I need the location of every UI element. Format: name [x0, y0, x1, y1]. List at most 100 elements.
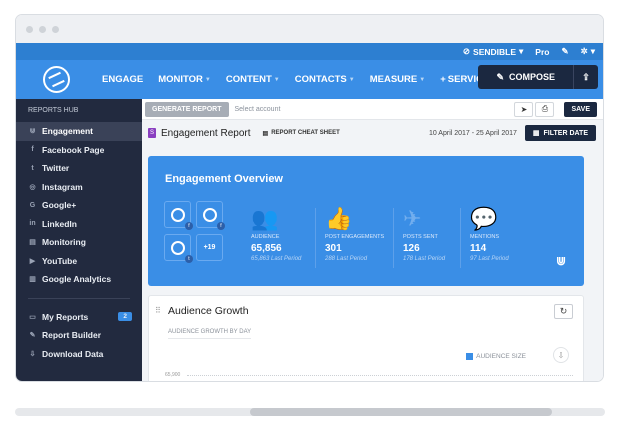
sidebar-item-linkedin[interactable]: in LinkedIn — [16, 215, 142, 234]
sendible-logo[interactable] — [43, 66, 70, 93]
account-avatar[interactable]: f — [196, 201, 225, 230]
nav-label: CONTENT — [225, 74, 272, 85]
engagement-overview-card: Engagement Overview f f t +19 👥 AUDIENCE… — [148, 156, 584, 286]
folder-icon: ▭ — [29, 313, 36, 321]
wand-icon[interactable]: ✎ — [561, 46, 568, 57]
reports-sidebar: REPORTS HUB ⋓ Engagement f Facebook Page t… — [16, 99, 142, 381]
sidebar-item-monitoring[interactable]: ▤ Monitoring — [16, 233, 142, 252]
stat-value: 114 — [470, 243, 487, 254]
generate-report-button[interactable]: GENERATE REPORT — [145, 101, 229, 117]
chevron-down-icon: ▾ — [590, 46, 595, 56]
sidebar-item-google-plus[interactable]: G Google+ — [16, 196, 142, 215]
pencil-icon: ✎ — [496, 71, 504, 82]
sidebar-item-facebook[interactable]: f Facebook Page — [16, 141, 142, 160]
refresh-icon: ↻ — [559, 306, 568, 316]
stat-last-period: 288 Last Period — [325, 256, 368, 262]
audience-growth-card: ⠿ Audience Growth ↻ AUDIENCE GROWTH BY D… — [148, 295, 584, 381]
settings-menu[interactable]: ✲ ▾ — [581, 46, 595, 57]
stat-last-period: 178 Last Period — [403, 256, 446, 262]
report-title: Engagement Report — [161, 127, 251, 139]
refresh-button[interactable]: ↻ — [554, 304, 573, 319]
chart-legend: AUDIENCE SIZE — [466, 353, 526, 360]
calendar-icon: ▦ — [532, 130, 540, 137]
nav-content[interactable]: CONTENT ▼ — [226, 74, 280, 85]
brand-label: SENDIBLE — [473, 46, 517, 57]
report-type-icon: S — [148, 128, 156, 138]
stat-label: POSTS SENT — [403, 234, 438, 240]
sendible-icon: ⊘ — [462, 46, 471, 56]
engage-icon: ⋓ — [29, 128, 36, 136]
main-content: GENERATE REPORT Select account ➤ ⎙ SAVE … — [142, 99, 603, 381]
sidebar-item-label: YouTube — [42, 255, 78, 266]
sidebar-item-instagram[interactable]: ◎ Instagram — [16, 178, 142, 197]
sidebar-item-my-reports[interactable]: ▭ My Reports 2 — [16, 308, 142, 327]
print-icon[interactable]: ⎙ — [535, 101, 555, 117]
cheat-sheet-link[interactable]: ▤ REPORT CHEAT SHEET — [263, 130, 340, 137]
account-avatar[interactable]: f — [164, 201, 193, 230]
instagram-icon: ◎ — [29, 183, 36, 191]
brand-menu[interactable]: ⊘ SENDIBLE ▾ — [463, 46, 523, 57]
nav-engage[interactable]: ENGAGE — [102, 74, 143, 85]
download-button[interactable]: ⇩ — [553, 347, 569, 363]
stat-value: 65,856 — [251, 243, 282, 254]
compose-button[interactable]: ✎ COMPOSE — [478, 65, 574, 89]
save-button[interactable]: SAVE — [564, 101, 597, 117]
nav-monitor[interactable]: MONITOR ▼ — [158, 74, 211, 85]
engage-icon: ⋓ — [555, 254, 566, 268]
scrollbar-thumb[interactable] — [250, 408, 552, 416]
download-icon: ⇩ — [29, 350, 36, 358]
nav-contacts[interactable]: CONTACTS ▼ — [295, 74, 355, 85]
speech-bubble-icon: 💬 — [470, 206, 498, 231]
stat-value: 301 — [325, 243, 342, 254]
filter-date-button[interactable]: ▦ FILTER DATE — [524, 125, 596, 141]
stat-last-period: 97 Last Period — [470, 256, 509, 262]
nav-label: ENGAGE — [102, 74, 144, 85]
sidebar-item-label: LinkedIn — [42, 218, 77, 229]
stat-post-engagements: 👍 POST ENGAGEMENTS 301 288 Last Period — [325, 204, 385, 262]
send-icon[interactable]: ➤ — [514, 101, 534, 117]
sidebar-divider — [28, 297, 130, 299]
toolbar-icons: ➤ ⎙ — [514, 101, 555, 117]
sidebar-item-youtube[interactable]: ▶ YouTube — [16, 252, 142, 271]
more-accounts[interactable]: +19 — [196, 234, 223, 261]
chevron-down-icon: ▾ — [519, 46, 524, 56]
plan-label[interactable]: Pro — [535, 47, 549, 57]
drag-handle-icon[interactable]: ⠿ — [155, 306, 161, 315]
horizontal-scrollbar[interactable] — [15, 408, 605, 416]
audience-growth-subtitle: AUDIENCE GROWTH BY DAY — [168, 329, 252, 339]
compose-group: ✎ COMPOSE ⇪ — [478, 65, 598, 89]
youtube-icon: ▶ — [29, 257, 36, 265]
stat-label: POST ENGAGEMENTS — [325, 234, 385, 240]
upload-button[interactable]: ⇪ — [574, 65, 598, 89]
window-dot — [26, 25, 33, 33]
facebook-icon: f — [31, 146, 34, 154]
nav-measure[interactable]: MEASURE ▼ — [370, 74, 425, 85]
sidebar-item-label: Twitter — [42, 163, 70, 174]
stat-divider — [315, 208, 316, 268]
sidebar-heading: REPORTS HUB — [28, 107, 79, 114]
account-avatars: f f t +19 — [164, 201, 225, 263]
stat-audience: 👥 AUDIENCE 65,856 65,863 Last Period — [251, 204, 311, 262]
facebook-icon: f — [185, 222, 193, 230]
upload-icon: ⇪ — [582, 71, 590, 82]
sidebar-item-engagement[interactable]: ⋓ Engagement — [16, 122, 142, 141]
window-dot — [52, 25, 59, 33]
stat-mentions: 💬 MENTIONS 114 97 Last Period — [470, 204, 530, 262]
grid-line — [187, 375, 573, 376]
stat-divider — [460, 208, 461, 268]
sidebar-item-twitter[interactable]: t Twitter — [16, 159, 142, 178]
nav-label: MEASURE — [369, 74, 418, 85]
sidebar-item-google-analytics[interactable]: ▥ Google Analytics — [16, 270, 142, 289]
sidebar-item-download-data[interactable]: ⇩ Download Data — [16, 345, 142, 364]
sidebar-item-report-builder[interactable]: ✎ Report Builder — [16, 326, 142, 345]
chevron-down-icon: ▼ — [273, 76, 280, 83]
browser-frame: ⊘ SENDIBLE ▾ Pro ✎ ✲ ▾ ENGAGE MONITOR ▼ CO… — [15, 14, 604, 382]
account-select[interactable]: Select account — [235, 106, 509, 113]
sidebar-item-label: Facebook Page — [42, 144, 105, 155]
account-avatar[interactable]: t — [164, 234, 193, 263]
google-plus-icon: G — [29, 201, 36, 209]
gear-icon: ✲ — [580, 46, 588, 56]
stat-last-period: 65,863 Last Period — [251, 256, 302, 262]
analytics-icon: ▥ — [29, 276, 36, 284]
report-header: S Engagement Report ▤ REPORT CHEAT SHEET … — [142, 120, 603, 146]
